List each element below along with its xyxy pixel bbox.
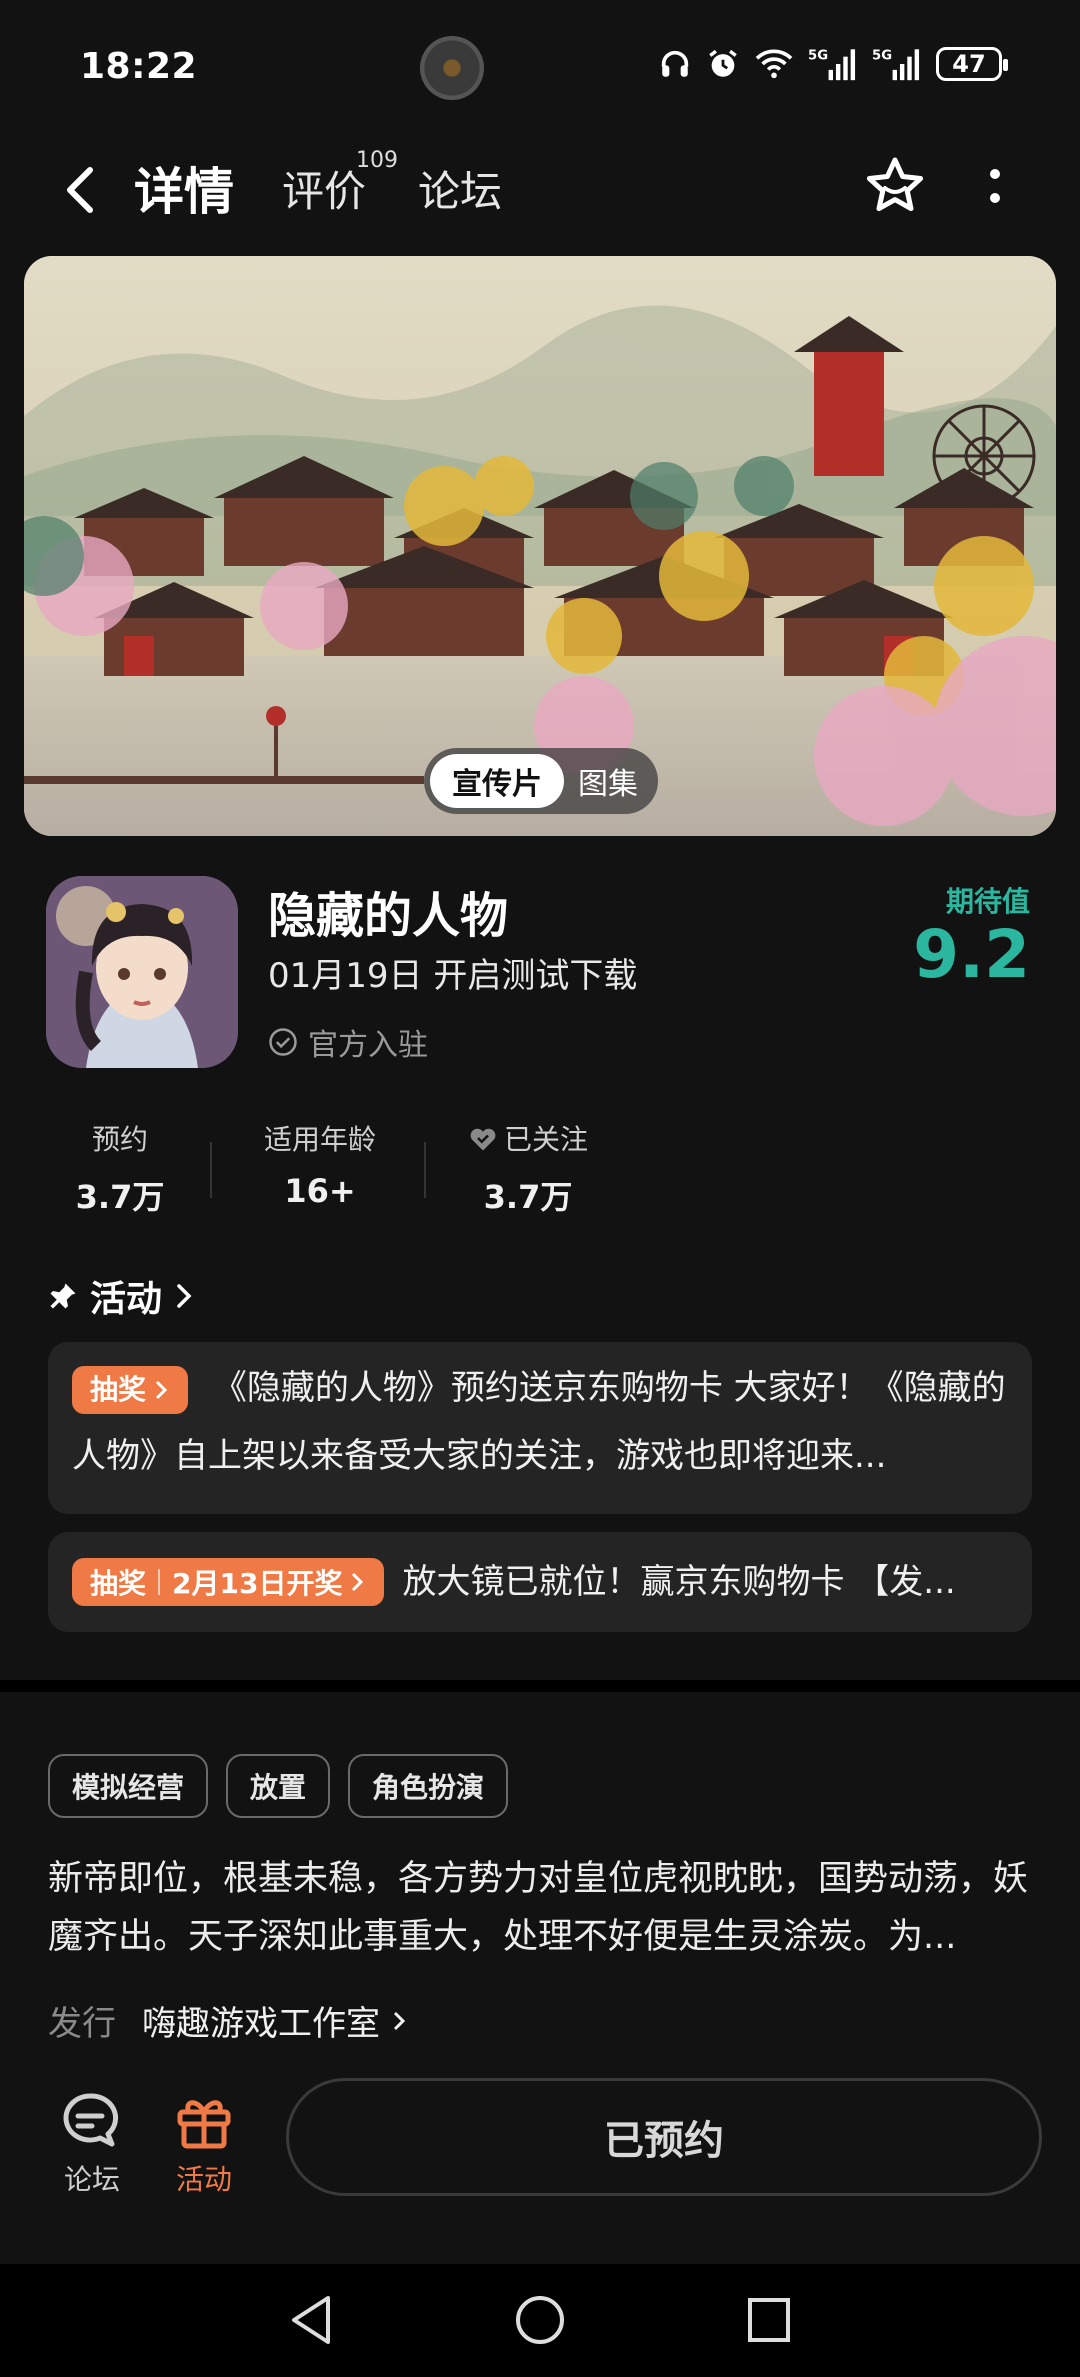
- bottom-activity-button[interactable]: 活动: [154, 2090, 254, 2198]
- followed-label-row: 已关注: [458, 1118, 598, 1158]
- app-detail-page: 18:22 5G 5G 47 详情 评价 109 论坛 宣传片 图集 隐藏的人物…: [0, 0, 1080, 2377]
- stat-divider: [210, 1142, 212, 1198]
- stat-label: 已关注: [503, 1123, 588, 1156]
- reserved-button[interactable]: 已预约: [286, 2078, 1042, 2196]
- publisher-name: 嗨趣游戏工作室: [142, 2004, 380, 2044]
- pin-icon: [50, 1283, 76, 1309]
- badge-separator: [158, 1569, 161, 1595]
- system-back-icon[interactable]: [286, 2292, 338, 2348]
- svg-text:5G: 5G: [808, 49, 828, 64]
- svg-text:5G: 5G: [872, 49, 892, 64]
- gift-icon: [177, 2100, 231, 2149]
- activity-title: 活动: [90, 1279, 163, 1320]
- official-verified: 官方入驻: [268, 1020, 428, 1064]
- badge-label: 抽奖: [90, 1567, 147, 1600]
- activity-text: 《隐藏的人物》预约送京东购物卡 大家好！《隐藏的人物》自上架以来备受大家的关注，…: [72, 1368, 1006, 1476]
- system-navigation-bar: [0, 2264, 1080, 2377]
- character-portrait: [46, 876, 238, 1068]
- chevron-right-icon: [393, 2011, 406, 2030]
- stat-label: 预约: [91, 1123, 148, 1156]
- publisher-link: 嗨趣游戏工作室: [142, 1996, 408, 2045]
- lottery-badge: 抽奖: [72, 1365, 189, 1414]
- review-count-badge: 109: [356, 148, 398, 173]
- status-time: 18:22: [80, 46, 198, 87]
- publisher-label: 发行: [48, 2004, 116, 2044]
- activity-card[interactable]: 抽奖 2月13日开奖 放大镜已就位！赢京东购物卡 【发...: [48, 1532, 1032, 1632]
- app-test-date: 01月19日 开启测试下载: [268, 956, 638, 996]
- stat-value: 16+: [284, 1172, 356, 1210]
- tab-forum[interactable]: 论坛: [418, 158, 502, 219]
- stat-age-rating: 适用年龄 16+: [250, 1118, 390, 1210]
- favorite-star-icon[interactable]: [862, 154, 928, 220]
- tab-review[interactable]: 评价 109: [282, 148, 398, 219]
- activity-text: 放大镜已就位！赢京东购物卡 【发...: [402, 1562, 956, 1602]
- promo-video-tab[interactable]: 宣传片: [430, 754, 564, 808]
- tag-simulation[interactable]: 模拟经营: [48, 1754, 209, 1818]
- activity-card-content: 抽奖 《隐藏的人物》预约送京东购物卡 大家好！《隐藏的人物》自上架以来备受大家的…: [72, 1354, 1008, 1490]
- verified-check-icon: [269, 1028, 297, 1056]
- stat-reservations: 预约 3.7万: [60, 1118, 180, 1218]
- stat-label: 适用年龄: [263, 1123, 376, 1156]
- expectation-label: 期待值: [945, 885, 1030, 918]
- tab-review-label: 评价: [282, 167, 367, 216]
- status-bar: 18:22 5G 5G 47: [0, 0, 1080, 130]
- back-arrow-icon[interactable]: [56, 162, 106, 218]
- heart-check-icon: [470, 1128, 496, 1151]
- stat-followed[interactable]: 已关注 3.7万: [458, 1118, 598, 1218]
- system-home-icon[interactable]: [512, 2292, 568, 2348]
- official-label: 官方入驻: [308, 1028, 428, 1063]
- bottom-forum-button[interactable]: 论坛: [42, 2090, 142, 2198]
- badge-draw-date: 2月13日开奖: [172, 1567, 343, 1600]
- game-description[interactable]: 新帝即位，根基未稳，各方势力对皇位虎视眈眈，国势动荡，妖魔齐出。天子深知此事重大…: [48, 1850, 1032, 1966]
- badge-label: 抽奖: [90, 1372, 147, 1406]
- top-nav: 详情 评价 109 论坛: [0, 140, 1080, 240]
- tag-idle[interactable]: 放置: [226, 1754, 331, 1818]
- activity-card[interactable]: 抽奖 《隐藏的人物》预约送京东购物卡 大家好！《隐藏的人物》自上架以来备受大家的…: [48, 1342, 1032, 1514]
- headphones-icon: [661, 50, 689, 77]
- chevron-right-icon: [177, 1284, 192, 1308]
- wifi-icon: [755, 49, 793, 79]
- app-icon: [46, 876, 238, 1068]
- alarm-icon: [709, 49, 737, 77]
- tab-detail-label: 详情: [134, 163, 234, 221]
- promo-video-banner[interactable]: 宣传片 图集: [24, 256, 1056, 836]
- genre-tags: 模拟经营 放置 角色扮演: [48, 1754, 509, 1818]
- signal-5g-2-icon: 5G: [872, 49, 920, 81]
- bottom-action-bar: 论坛 活动 已预约: [0, 2060, 1080, 2260]
- expectation-score: 期待值 9.2: [913, 880, 1030, 990]
- chevron-right-icon: [352, 1572, 364, 1592]
- media-switch: 宣传片 图集: [424, 748, 658, 814]
- activity-label: 活动: [175, 2163, 232, 2196]
- camera-cutout: [420, 36, 484, 100]
- tab-forum-label: 论坛: [418, 167, 503, 216]
- chevron-right-icon: [155, 1380, 168, 1399]
- app-title: 隐藏的人物: [268, 888, 509, 944]
- tag-rpg[interactable]: 角色扮演: [348, 1754, 509, 1818]
- forum-label: 论坛: [63, 2163, 120, 2196]
- activity-header[interactable]: 活动: [48, 1270, 194, 1322]
- lottery-badge: 抽奖 2月13日开奖: [72, 1558, 385, 1606]
- stat-value: 3.7万: [75, 1178, 165, 1216]
- status-icons: 5G 5G 47: [658, 46, 1008, 82]
- stat-value: 3.7万: [483, 1178, 573, 1216]
- expectation-value: 9.2: [913, 916, 1030, 993]
- stat-divider: [424, 1142, 426, 1198]
- system-recents-icon[interactable]: [744, 2292, 794, 2348]
- gallery-tab[interactable]: 图集: [564, 759, 652, 803]
- tab-detail[interactable]: 详情: [130, 152, 238, 224]
- chat-bubble-icon: [63, 2093, 119, 2147]
- section-divider: [0, 1680, 1080, 1692]
- more-options-icon[interactable]: [980, 162, 1010, 218]
- publisher-row[interactable]: 发行 嗨趣游戏工作室: [48, 1996, 408, 2045]
- battery-indicator: 47: [936, 47, 1008, 81]
- signal-5g-1-icon: 5G: [808, 49, 856, 81]
